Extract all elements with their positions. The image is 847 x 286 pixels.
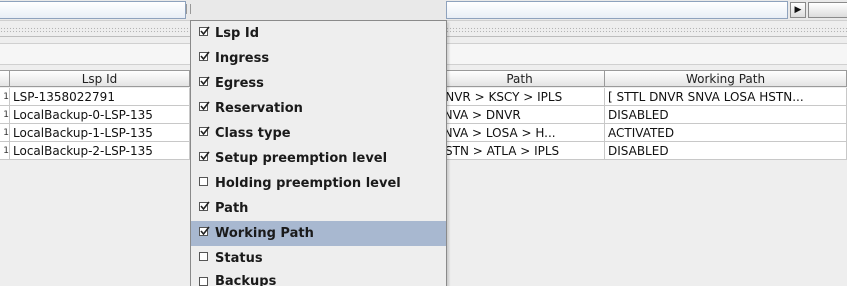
checkbox-unchecked-icon[interactable]: [199, 252, 208, 261]
toolbar-button[interactable]: [808, 2, 847, 18]
menu-item-setup-preemption-level[interactable]: Setup preemption level: [191, 146, 446, 171]
menu-item-label: Status: [215, 251, 263, 266]
menu-item-ingress[interactable]: Ingress: [191, 46, 446, 71]
cell-lsp-id[interactable]: LocalBackup-1-LSP-135: [10, 124, 190, 142]
column-header-path[interactable]: Path: [435, 70, 605, 87]
menu-item-class-type[interactable]: Class type: [191, 121, 446, 146]
toolbar-field-right[interactable]: [446, 1, 788, 19]
cell-path[interactable]: HSTN > ATLA > IPLS: [435, 142, 605, 160]
menu-item-label: Path: [215, 201, 249, 216]
row-stub: 1: [0, 106, 10, 124]
menu-item-label: Setup preemption level: [215, 151, 388, 166]
arrow-right-icon: ▶: [794, 5, 802, 15]
toolbar: ▶: [0, 0, 847, 21]
menu-item-holding-preemption-level[interactable]: Holding preemption level: [191, 171, 446, 196]
checkbox-checked-icon[interactable]: [199, 26, 210, 36]
column-header-working-path[interactable]: Working Path: [605, 70, 847, 87]
row-stub: 1: [0, 124, 10, 142]
cell-path[interactable]: SNVA > DNVR: [435, 106, 605, 124]
checkbox-checked-icon[interactable]: [199, 101, 210, 111]
menu-item-working-path[interactable]: Working Path: [191, 221, 446, 246]
scroll-right-button[interactable]: ▶: [790, 2, 806, 18]
menu-item-label: Working Path: [215, 226, 314, 241]
separator-dots: [446, 27, 847, 33]
row-header-corner: [0, 70, 10, 87]
menu-item-status[interactable]: Status: [191, 246, 446, 271]
column-chooser-menu: Lsp Id Ingress Egress Reservation Class …: [190, 20, 447, 286]
cell-working-path[interactable]: ACTIVATED: [605, 124, 847, 142]
cell-lsp-id[interactable]: LSP-1358022791: [10, 88, 190, 106]
menu-item-label: Egress: [215, 76, 264, 91]
menu-item-lsp-id[interactable]: Lsp Id: [191, 21, 446, 46]
checkbox-checked-icon[interactable]: [199, 51, 210, 61]
checkbox-unchecked-icon[interactable]: [199, 177, 208, 186]
checkbox-checked-icon[interactable]: [199, 226, 210, 236]
menu-item-reservation[interactable]: Reservation: [191, 96, 446, 121]
checkbox-checked-icon[interactable]: [199, 151, 210, 161]
cell-working-path[interactable]: DISABLED: [605, 106, 847, 124]
toolbar-field-left[interactable]: [0, 1, 186, 19]
row-stub: 1: [0, 88, 10, 106]
menu-item-label: Lsp Id: [215, 26, 259, 41]
cell-lsp-id[interactable]: LocalBackup-0-LSP-135: [10, 106, 190, 124]
row-stub: 1: [0, 142, 10, 160]
cell-working-path[interactable]: [ STTL DNVR SNVA LOSA HSTN...: [605, 88, 847, 106]
menu-item-label: Backups: [215, 274, 277, 286]
cell-path[interactable]: DNVR > KSCY > IPLS: [435, 88, 605, 106]
checkbox-checked-icon[interactable]: [199, 76, 210, 86]
checkbox-checked-icon[interactable]: [199, 126, 210, 136]
cell-working-path[interactable]: DISABLED: [605, 142, 847, 160]
menu-item-backups[interactable]: Backups: [191, 271, 446, 286]
cell-path[interactable]: SNVA > LOSA > H...: [435, 124, 605, 142]
menu-item-label: Holding preemption level: [215, 176, 401, 191]
menu-item-path[interactable]: Path: [191, 196, 446, 221]
separator-dots: [0, 27, 190, 33]
checkbox-checked-icon[interactable]: [199, 201, 210, 211]
column-header-lsp-id[interactable]: Lsp Id: [10, 70, 190, 87]
menu-item-label: Ingress: [215, 51, 270, 66]
menu-item-label: Class type: [215, 126, 291, 141]
splitter-grip[interactable]: [186, 4, 191, 14]
menu-item-label: Reservation: [215, 101, 303, 116]
menu-item-egress[interactable]: Egress: [191, 71, 446, 96]
cell-lsp-id[interactable]: LocalBackup-2-LSP-135: [10, 142, 190, 160]
